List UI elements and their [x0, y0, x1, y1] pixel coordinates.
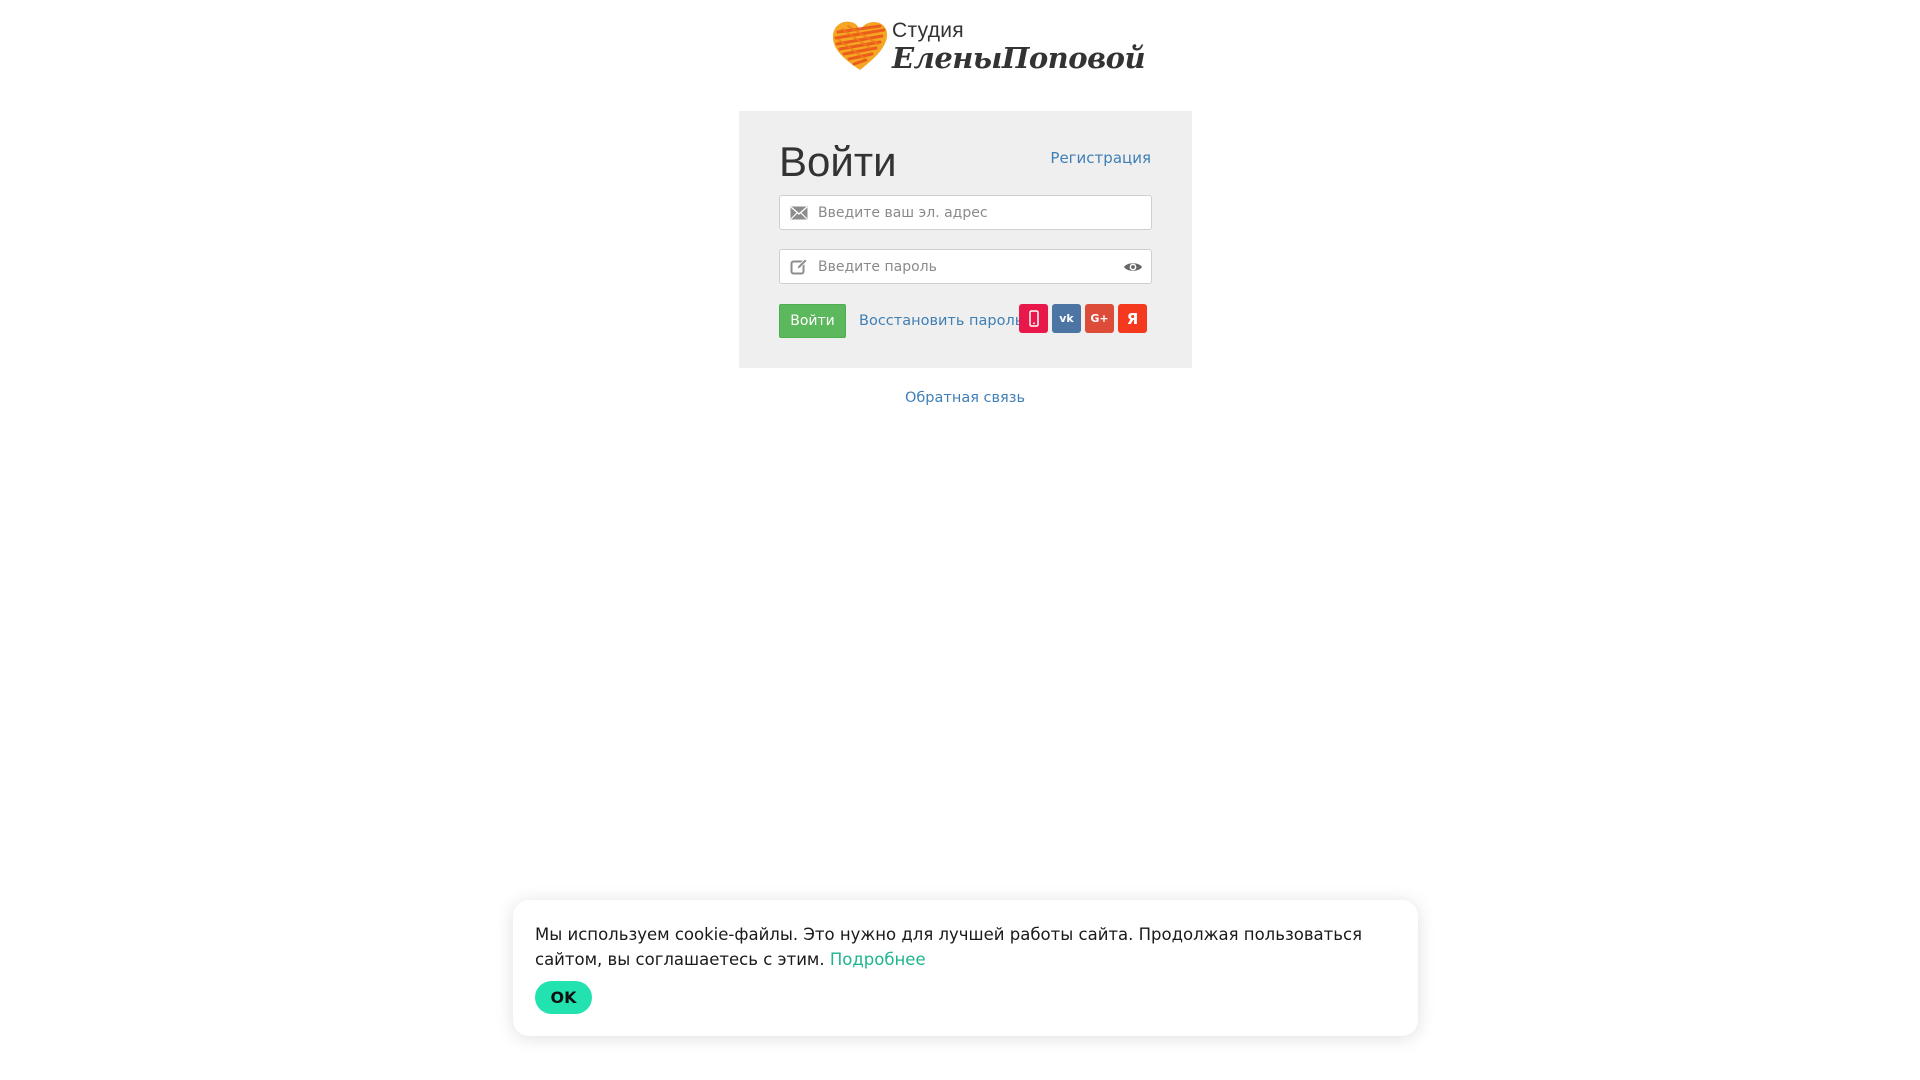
- vk-icon: vk: [1059, 312, 1074, 325]
- phone-icon: [1028, 310, 1039, 327]
- password-input[interactable]: [818, 250, 1115, 283]
- cookie-banner: Мы используем cookie-файлы. Это нужно дл…: [513, 900, 1418, 1036]
- login-panel: Войти Регистрация Войти В: [739, 111, 1192, 368]
- email-input[interactable]: [818, 196, 1151, 229]
- feedback-link[interactable]: Обратная связь: [0, 390, 1920, 406]
- logo-line-studio: Студия: [892, 19, 964, 42]
- email-field[interactable]: [779, 195, 1152, 230]
- social-login-group: vk G+ Я: [1019, 304, 1147, 333]
- vk-login-button[interactable]: vk: [1052, 304, 1081, 333]
- envelope-icon: [780, 196, 818, 229]
- site-logo[interactable]: Студия ЕленыПоповой: [830, 16, 1146, 76]
- cookie-ok-button[interactable]: OK: [535, 981, 592, 1014]
- cookie-message: Мы используем cookie-файлы. Это нужно дл…: [535, 922, 1375, 972]
- login-submit-button[interactable]: Войти: [779, 304, 846, 338]
- google-plus-login-button[interactable]: G+: [1085, 304, 1114, 333]
- phone-login-button[interactable]: [1019, 304, 1048, 333]
- cookie-more-link[interactable]: Подробнее: [830, 950, 926, 969]
- yandex-login-button[interactable]: Я: [1118, 304, 1147, 333]
- edit-icon: [780, 250, 818, 283]
- login-title: Войти: [779, 138, 897, 185]
- restore-password-link[interactable]: Восстановить пароль: [859, 313, 1023, 329]
- yandex-icon: Я: [1126, 309, 1139, 328]
- google-plus-icon: G+: [1090, 312, 1109, 325]
- cookie-text: Мы используем cookie-файлы. Это нужно дл…: [535, 925, 1362, 969]
- register-link[interactable]: Регистрация: [1050, 149, 1151, 167]
- logo-line-name: ЕленыПоповой: [892, 41, 1146, 75]
- eye-icon[interactable]: [1115, 250, 1151, 283]
- heart-logo-icon: [832, 21, 888, 70]
- password-field[interactable]: [779, 249, 1152, 284]
